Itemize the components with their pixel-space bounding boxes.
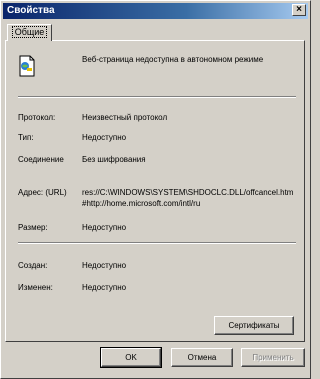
connection-label: Соединение — [18, 155, 64, 164]
modified-label: Изменен: — [18, 283, 53, 292]
address-value: res://C:\WINDOWS\SYSTEM\SHDOCLC.DLL/offc… — [82, 188, 294, 208]
connection-value: Без шифрования — [82, 155, 146, 164]
created-value: Недоступно — [82, 261, 127, 270]
address-label: Адрес: (URL) — [18, 188, 67, 197]
created-label: Создан: — [18, 261, 48, 270]
separator — [18, 242, 296, 244]
close-button[interactable]: × — [292, 4, 306, 16]
apply-button[interactable]: Применить — [241, 348, 305, 367]
type-label: Тип: — [18, 133, 34, 142]
web-page-icon — [19, 55, 35, 77]
modified-value: Недоступно — [82, 283, 127, 292]
title-bar[interactable]: Свойства × — [3, 3, 308, 19]
page-status-text: Веб-страница недоступна в автономном реж… — [82, 55, 264, 64]
properties-dialog: Свойства × Общие Веб-страница недоступна… — [0, 0, 311, 379]
ok-button[interactable]: OK — [100, 347, 162, 368]
certificates-button[interactable]: Сертификаты — [214, 316, 294, 335]
window-title: Свойства — [7, 5, 55, 16]
protocol-value: Неизвестный протокол — [82, 113, 168, 122]
cancel-button[interactable]: Отмена — [171, 348, 233, 367]
properties-panel: Веб-страница недоступна в автономном реж… — [5, 40, 305, 342]
size-label: Размер: — [18, 223, 48, 232]
tab-general-label: Общие — [11, 26, 48, 38]
type-value: Недоступно — [82, 133, 127, 142]
size-value: Недоступно — [82, 223, 127, 232]
tab-general[interactable]: Общие — [7, 24, 52, 41]
protocol-label: Протокол: — [18, 113, 56, 122]
separator — [18, 96, 296, 98]
